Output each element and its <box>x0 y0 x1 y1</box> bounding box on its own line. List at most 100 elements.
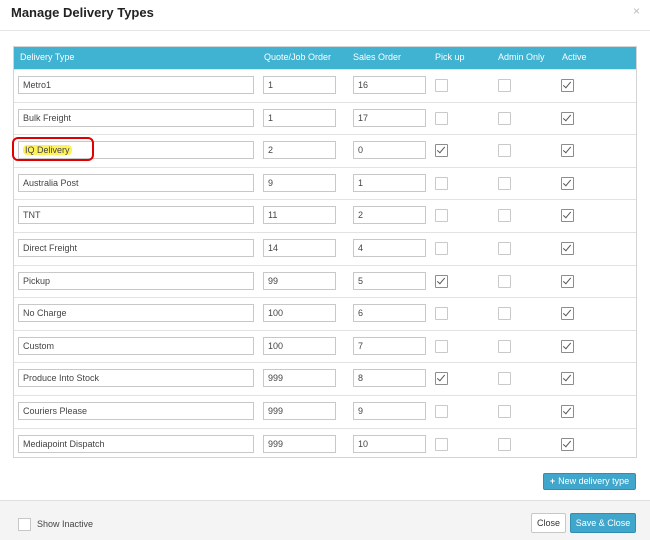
close-button[interactable]: Close <box>531 513 566 533</box>
delivery-type-input-value: IQ Delivery <box>23 145 72 156</box>
active-checkbox[interactable] <box>561 405 574 418</box>
sales-order-input[interactable]: 9 <box>353 402 426 420</box>
admin-only-checkbox[interactable] <box>498 111 511 125</box>
pickup-checkbox[interactable] <box>435 209 448 223</box>
sales-order-input[interactable]: 7 <box>353 336 426 355</box>
close-icon[interactable]: × <box>633 4 640 18</box>
sales-order-input[interactable]: 2 <box>353 206 426 225</box>
table-row: Mediapoint Dispatch 999 10 <box>14 427 636 461</box>
admin-only-checkbox[interactable] <box>498 339 511 353</box>
quote-order-input[interactable]: 1 <box>263 108 336 127</box>
active-checkbox[interactable] <box>561 372 574 386</box>
delivery-type-input[interactable]: Bulk Freight <box>18 108 254 127</box>
pickup-checkbox[interactable] <box>435 242 448 255</box>
delivery-type-input[interactable]: Mediapoint Dispatch <box>18 434 254 453</box>
table-row: No Charge 100 6 <box>14 297 636 330</box>
quote-order-input[interactable]: 1 <box>263 76 336 94</box>
admin-only-checkbox[interactable] <box>498 437 511 451</box>
delivery-type-input[interactable]: Custom <box>18 336 254 355</box>
delivery-type-input[interactable]: IQ Delivery <box>18 141 254 160</box>
admin-only-checkbox[interactable] <box>498 405 511 418</box>
sales-order-input-value: 2 <box>358 210 364 221</box>
admin-only-checkbox[interactable] <box>498 372 511 386</box>
table-row: Couriers Please 999 9 <box>14 395 636 428</box>
show-inactive-checkbox[interactable] <box>18 518 31 531</box>
pickup-checkbox[interactable] <box>435 274 448 288</box>
quote-order-input[interactable]: 999 <box>263 434 336 453</box>
table-row: Bulk Freight 1 17 <box>14 101 636 135</box>
pickup-checkbox[interactable] <box>435 79 448 92</box>
sales-order-input[interactable]: 4 <box>353 239 426 257</box>
table-row: TNT 11 2 <box>14 199 636 232</box>
quote-order-input-value: 1 <box>268 112 274 123</box>
quote-order-input[interactable]: 14 <box>263 239 336 257</box>
active-checkbox[interactable] <box>561 242 574 255</box>
quote-order-input-value: 1 <box>268 80 274 90</box>
dialog-header: Manage Delivery Types × <box>0 0 650 30</box>
sales-order-input[interactable]: 5 <box>353 271 426 290</box>
delivery-type-input[interactable]: Couriers Please <box>18 402 254 420</box>
delivery-type-input[interactable]: Produce Into Stock <box>18 369 254 388</box>
quote-order-input[interactable]: 99 <box>263 271 336 290</box>
admin-only-checkbox[interactable] <box>498 209 511 223</box>
sales-order-input[interactable]: 16 <box>353 76 426 94</box>
table-row: Produce Into Stock 999 8 <box>14 362 636 395</box>
admin-only-checkbox[interactable] <box>498 176 511 190</box>
admin-only-checkbox[interactable] <box>498 144 511 158</box>
quote-order-input[interactable]: 9 <box>263 173 336 192</box>
column-header-admin-only: Admin Only <box>498 52 545 62</box>
pickup-checkbox[interactable] <box>435 372 448 386</box>
pickup-checkbox[interactable] <box>435 437 448 451</box>
quote-order-input-value: 999 <box>268 373 284 384</box>
active-checkbox[interactable] <box>561 437 574 451</box>
quote-order-input-value: 14 <box>268 243 279 253</box>
delivery-type-input[interactable]: Metro1 <box>18 76 254 94</box>
quote-order-input-value: 999 <box>268 406 284 416</box>
admin-only-checkbox[interactable] <box>498 79 511 92</box>
quote-order-input[interactable]: 999 <box>263 369 336 388</box>
active-checkbox[interactable] <box>561 274 574 288</box>
quote-order-input[interactable]: 2 <box>263 141 336 160</box>
column-header-sales-order: Sales Order <box>353 52 402 62</box>
quote-order-input[interactable]: 999 <box>263 402 336 420</box>
quote-order-input-value: 11 <box>268 210 278 221</box>
quote-order-input-value: 9 <box>268 177 274 188</box>
delivery-type-input[interactable]: Australia Post <box>18 173 254 192</box>
pickup-checkbox[interactable] <box>435 405 448 418</box>
table-row: Direct Freight 14 4 <box>14 232 636 265</box>
pickup-checkbox[interactable] <box>435 307 448 321</box>
admin-only-checkbox[interactable] <box>498 242 511 255</box>
sales-order-input-value: 0 <box>358 145 364 156</box>
quote-order-input[interactable]: 100 <box>263 304 336 323</box>
quote-order-input-value: 99 <box>268 275 279 286</box>
delivery-type-input[interactable]: Pickup <box>18 271 254 290</box>
sales-order-input[interactable]: 8 <box>353 369 426 388</box>
active-checkbox[interactable] <box>561 111 574 125</box>
active-checkbox[interactable] <box>561 176 574 190</box>
new-delivery-type-button[interactable]: + New delivery type <box>543 473 636 490</box>
admin-only-checkbox[interactable] <box>498 307 511 321</box>
quote-order-input[interactable]: 100 <box>263 336 336 355</box>
admin-only-checkbox[interactable] <box>498 274 511 288</box>
sales-order-input[interactable]: 1 <box>353 173 426 192</box>
delivery-type-input[interactable]: Direct Freight <box>18 239 254 257</box>
sales-order-input[interactable]: 0 <box>353 141 426 160</box>
pickup-checkbox[interactable] <box>435 339 448 353</box>
sales-order-input[interactable]: 6 <box>353 304 426 323</box>
active-checkbox[interactable] <box>561 144 574 158</box>
sales-order-input[interactable]: 17 <box>353 108 426 127</box>
pickup-checkbox[interactable] <box>435 176 448 190</box>
delivery-type-input[interactable]: No Charge <box>18 304 254 323</box>
pickup-checkbox[interactable] <box>435 144 448 158</box>
active-checkbox[interactable] <box>561 307 574 321</box>
quote-order-input-value: 100 <box>268 340 284 351</box>
delivery-type-input[interactable]: TNT <box>18 206 254 225</box>
quote-order-input[interactable]: 11 <box>263 206 336 225</box>
save-and-close-button[interactable]: Save & Close <box>570 513 636 533</box>
plus-icon: + <box>549 476 556 486</box>
active-checkbox[interactable] <box>561 79 574 92</box>
pickup-checkbox[interactable] <box>435 111 448 125</box>
active-checkbox[interactable] <box>561 209 574 223</box>
active-checkbox[interactable] <box>561 339 574 353</box>
sales-order-input[interactable]: 10 <box>353 434 426 453</box>
